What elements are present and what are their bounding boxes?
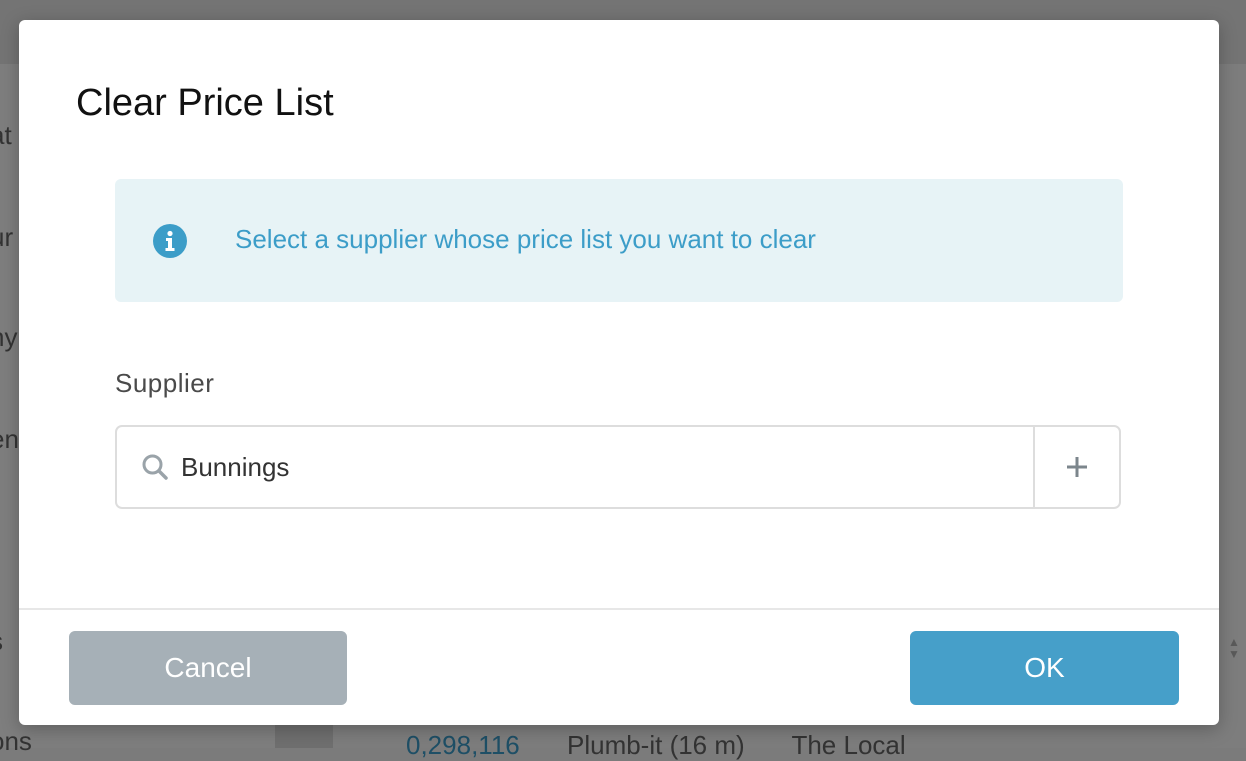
search-icon <box>142 454 168 480</box>
sidebar-item: ny <box>0 322 18 352</box>
footer-divider <box>19 608 1219 610</box>
clear-price-list-dialog: Clear Price List Select a supplier whose… <box>19 20 1219 725</box>
sidebar-item: at <box>0 120 12 150</box>
row-cell: Plumb-it (16 m) <box>566 730 745 760</box>
ok-button[interactable]: OK <box>910 631 1179 705</box>
supplier-selector <box>115 425 1121 509</box>
cancel-button[interactable]: Cancel <box>69 631 347 705</box>
info-alert: Select a supplier whose price list you w… <box>115 179 1123 302</box>
background-table-row: 0,298,116 Plumb-it (16 m) The Local <box>406 730 946 761</box>
supplier-input[interactable] <box>181 427 1021 507</box>
info-circle-icon <box>153 224 187 258</box>
sort-arrows-icon: ▲ ▼ <box>1228 635 1240 661</box>
dialog-title: Clear Price List <box>76 82 334 124</box>
row-link: 0,298,116 <box>406 730 520 760</box>
sidebar-item: ons <box>0 726 32 756</box>
add-supplier-button[interactable] <box>1033 427 1119 507</box>
sidebar-item: ur <box>0 222 14 252</box>
row-cell: The Local <box>791 730 906 760</box>
sidebar-item: s <box>0 626 3 657</box>
plus-icon <box>1067 457 1087 477</box>
info-message: Select a supplier whose price list you w… <box>235 224 816 254</box>
supplier-label: Supplier <box>115 368 215 398</box>
